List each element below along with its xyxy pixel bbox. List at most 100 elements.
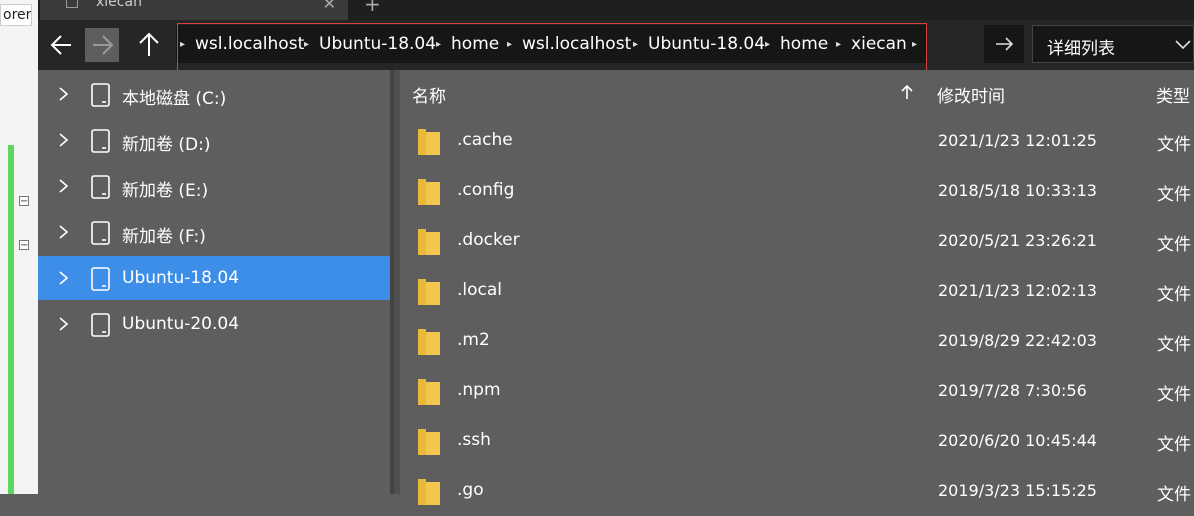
folder-icon: [418, 429, 440, 455]
file-row[interactable]: .ssh 2020/6/20 10:45:44 文件: [400, 416, 1194, 466]
drive-icon: [91, 221, 110, 245]
file-modified: 2019/7/28 7:30:56: [938, 381, 1087, 400]
file-type: 文件: [1157, 185, 1191, 205]
chevron-right-icon[interactable]: [58, 86, 70, 102]
file-name: .npm: [457, 380, 501, 400]
tab-xiecan[interactable]: xiecan ✕: [40, 0, 348, 20]
breadcrumb-separator-icon: ▸: [436, 38, 442, 50]
folder-icon: [418, 379, 440, 405]
background-window-label: orer: [0, 4, 32, 26]
forward-button[interactable]: [85, 28, 119, 62]
file-modified: 2021/1/23 12:02:13: [938, 281, 1097, 300]
drive-icon: [91, 129, 110, 153]
chevron-right-icon[interactable]: [58, 316, 70, 332]
navigation-bar: ▸ wsl.localhost ▸ Ubuntu-18.04 ▸ home ▸ wsl.…: [38, 20, 1194, 70]
sidebar-item-e-drive[interactable]: 新加卷 (E:): [38, 164, 390, 208]
file-modified: 2018/5/18 10:33:13: [938, 181, 1097, 200]
file-type: 文件: [1157, 385, 1191, 405]
file-row[interactable]: .npm 2019/7/28 7:30:56 文件: [400, 366, 1194, 416]
sidebar-item-label: Ubuntu-18.04: [122, 268, 240, 288]
file-list: 名称 修改时间 类型 .cache 2021/1/23 12:01:25 文件 …: [400, 70, 1194, 505]
file-row[interactable]: .config 2018/5/18 10:33:13 文件: [400, 166, 1194, 216]
up-button[interactable]: [132, 28, 166, 62]
chevron-right-icon[interactable]: [58, 132, 70, 148]
view-mode-select[interactable]: 详细列表: [1032, 25, 1194, 63]
folder-icon: [418, 229, 440, 255]
address-bar[interactable]: ▸ wsl.localhost ▸ Ubuntu-18.04 ▸ home ▸ wsl.…: [176, 25, 926, 63]
background-window-edge: orer − −: [0, 0, 38, 494]
breadcrumb-item[interactable]: ▸ xiecan: [834, 25, 907, 63]
file-type: 文件: [1157, 285, 1191, 305]
file-modified: 2021/1/23 12:01:25: [938, 131, 1097, 150]
file-type: 文件: [1157, 135, 1191, 155]
column-header-name[interactable]: 名称: [412, 82, 446, 107]
drive-icon: [91, 175, 110, 199]
file-row[interactable]: .docker 2020/5/21 23:26:21 文件: [400, 216, 1194, 266]
sidebar-item-ubuntu-20[interactable]: Ubuntu-20.04: [38, 302, 390, 346]
file-modified: 2019/3/23 15:15:25: [938, 481, 1097, 500]
green-progress-bar: [8, 145, 14, 494]
file-name: .local: [457, 280, 503, 300]
back-arrow-icon: [50, 35, 71, 55]
sidebar-item-label: 新加卷 (E:): [122, 181, 209, 201]
sidebar: 本地磁盘 (C:) 新加卷 (D:) 新加卷 (E:) 新加卷 (F:) Ubu…: [38, 70, 390, 494]
file-name: .config: [457, 180, 515, 200]
new-tab-icon[interactable]: +: [364, 0, 381, 16]
breadcrumb-item[interactable]: ▸ Ubuntu-18.04: [631, 25, 765, 63]
collapse-box-icon: −: [19, 196, 29, 207]
go-button[interactable]: [984, 25, 1024, 63]
up-arrow-icon: [139, 32, 159, 56]
sidebar-item-d-drive[interactable]: 新加卷 (D:): [38, 118, 390, 162]
breadcrumb-item[interactable]: ▸ wsl.localhost: [178, 25, 304, 63]
tab-bar: xiecan ✕ +: [38, 0, 1194, 20]
file-row[interactable]: .m2 2019/8/29 22:42:03 文件: [400, 316, 1194, 366]
view-mode-value: 详细列表: [1047, 39, 1115, 59]
chevron-right-icon[interactable]: [58, 270, 70, 286]
back-button[interactable]: [45, 28, 79, 62]
breadcrumb-separator-icon: ▸: [304, 38, 310, 50]
drive-icon: [91, 267, 110, 291]
breadcrumb-separator-icon: ▸: [633, 38, 639, 50]
folder-icon: [418, 129, 440, 155]
folder-tab-icon: [66, 0, 78, 8]
breadcrumb-more[interactable]: ▸: [910, 25, 927, 63]
file-name: .go: [457, 480, 484, 500]
breadcrumb-separator-icon: ▸: [836, 38, 842, 50]
sidebar-item-f-drive[interactable]: 新加卷 (F:): [38, 210, 390, 254]
breadcrumb-separator-icon: ▸: [912, 38, 918, 50]
forward-arrow-icon: [93, 35, 114, 55]
drive-icon: [91, 83, 110, 107]
column-header-type[interactable]: 类型: [1156, 82, 1190, 107]
close-tab-icon[interactable]: ✕: [323, 0, 336, 13]
file-type: 文件: [1157, 435, 1191, 455]
file-type: 文件: [1157, 335, 1191, 355]
folder-icon: [418, 329, 440, 355]
breadcrumb-item[interactable]: ▸ Ubuntu-18.04: [302, 25, 436, 63]
file-modified: 2020/5/21 23:26:21: [938, 231, 1097, 250]
breadcrumb-item[interactable]: ▸ home: [434, 25, 499, 63]
sort-ascending-icon[interactable]: [900, 84, 914, 100]
sidebar-item-c-drive[interactable]: 本地磁盘 (C:): [38, 72, 390, 116]
sidebar-item-label: Ubuntu-20.04: [122, 314, 240, 334]
chevron-right-icon[interactable]: [58, 224, 70, 240]
file-row[interactable]: .local 2021/1/23 12:02:13 文件: [400, 266, 1194, 316]
sidebar-item-ubuntu-18[interactable]: Ubuntu-18.04: [38, 256, 390, 300]
file-name: .ssh: [457, 430, 491, 450]
tab-title: xiecan: [96, 0, 142, 10]
go-arrow-icon: [996, 37, 1014, 51]
chevron-down-icon: [1175, 40, 1191, 50]
sidebar-item-label: 新加卷 (F:): [122, 227, 206, 247]
folder-icon: [418, 479, 440, 505]
file-type: 文件: [1157, 485, 1191, 505]
column-header-modified[interactable]: 修改时间: [937, 82, 1005, 107]
sidebar-item-label: 新加卷 (D:): [122, 135, 211, 155]
file-modified: 2019/8/29 22:42:03: [938, 331, 1097, 350]
breadcrumb-item[interactable]: ▸ home: [763, 25, 828, 63]
file-row[interactable]: .cache 2021/1/23 12:01:25 文件: [400, 116, 1194, 166]
breadcrumb-separator-icon: ▸: [507, 38, 513, 50]
collapse-box-icon: −: [19, 240, 29, 251]
breadcrumb-item[interactable]: ▸ wsl.localhost: [505, 25, 631, 63]
file-row[interactable]: .go 2019/3/23 15:15:25 文件: [400, 466, 1194, 516]
chevron-right-icon[interactable]: [58, 178, 70, 194]
breadcrumb-separator-icon: ▸: [180, 38, 186, 50]
